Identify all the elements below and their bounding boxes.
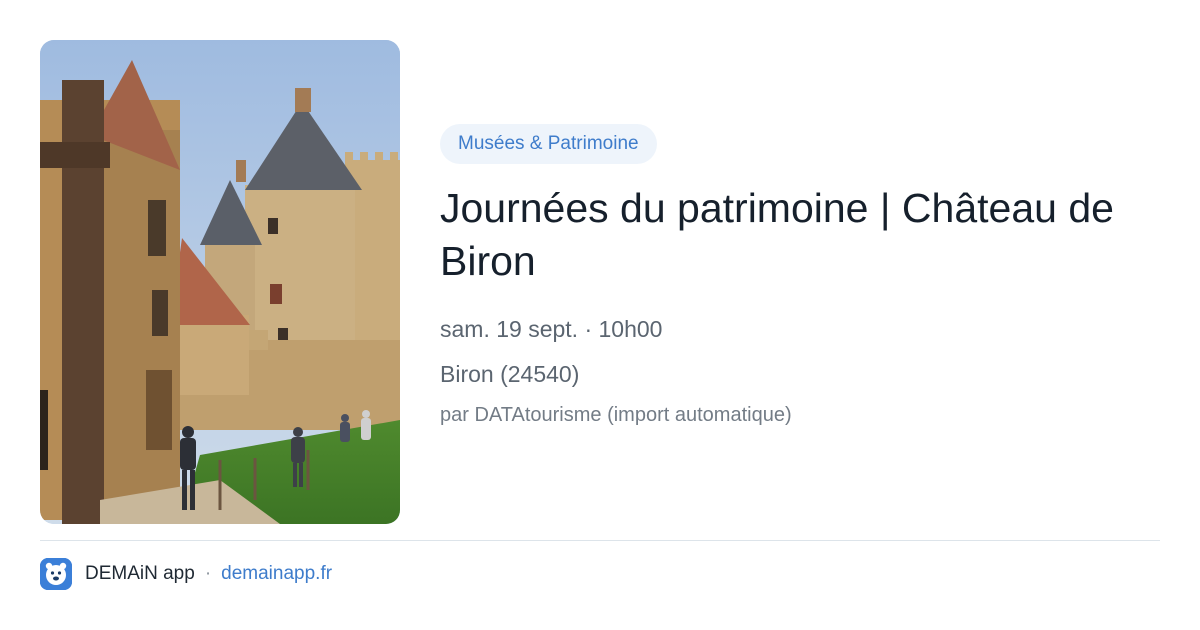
event-title[interactable]: Journées du patrimoine | Château de Biro… bbox=[440, 182, 1140, 288]
event-photo bbox=[40, 40, 400, 524]
castle-photo bbox=[40, 40, 400, 524]
site-link[interactable]: demainapp.fr bbox=[221, 563, 332, 585]
site-footer: DEMAiN app · demainapp.fr bbox=[40, 558, 332, 590]
demain-app-logo-icon bbox=[40, 558, 72, 590]
link-preview-card[interactable]: Musées & Patrimoine Journées du patrimoi… bbox=[0, 0, 1200, 630]
category-badge[interactable]: Musées & Patrimoine bbox=[440, 124, 657, 164]
event-date: sam. 19 sept. · 10h00 bbox=[440, 316, 663, 342]
footer-separator: · bbox=[204, 563, 212, 584]
event-info: Musées & Patrimoine Journées du patrimoi… bbox=[440, 124, 1160, 429]
event-source: par DATAtourisme (import automatique) bbox=[440, 404, 792, 426]
footer-divider bbox=[40, 540, 1160, 541]
app-name: DEMAiN app bbox=[85, 563, 195, 584]
event-location: Biron (24540) bbox=[440, 361, 580, 387]
